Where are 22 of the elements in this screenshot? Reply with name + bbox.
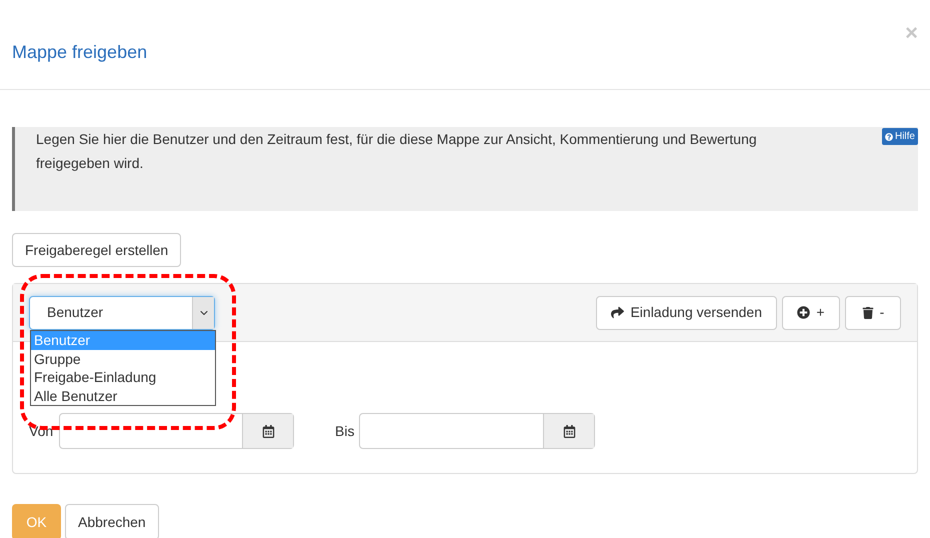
invite-button[interactable]: Einladung versenden <box>596 296 777 330</box>
dropdown-option[interactable]: Alle Benutzer <box>31 386 215 405</box>
cancel-button[interactable]: Abbrechen <box>65 504 159 538</box>
share-arrow-icon <box>611 306 624 319</box>
remove-button[interactable]: - <box>845 296 901 330</box>
select-value: Benutzer <box>46 303 104 322</box>
calendar-icon <box>562 424 576 438</box>
type-select[interactable]: Benutzer <box>29 296 215 330</box>
dropdown-option[interactable]: Freigabe-Einladung <box>31 368 215 386</box>
dialog-title: Mappe freigeben <box>12 41 148 64</box>
to-label: Bis <box>335 422 356 440</box>
from-date-field[interactable] <box>59 413 294 449</box>
create-rule-button[interactable]: Freigaberegel erstellen <box>12 233 182 267</box>
calendar-icon <box>262 424 274 438</box>
dropdown-option[interactable]: Gruppe <box>31 350 215 368</box>
trash-icon <box>862 306 874 318</box>
info-text: Legen Sie hier die Benutzer und den Zeitraum fest, für die diese Mappe zur Ansicht, Kommentierung und Bewertung freigegeben wird. <box>36 130 758 173</box>
add-button[interactable]: + <box>782 296 840 330</box>
plus-icon <box>797 306 810 319</box>
help-icon <box>884 132 893 140</box>
to-date-field[interactable] <box>359 413 595 449</box>
help-badge[interactable]: Hilfe <box>882 128 918 145</box>
